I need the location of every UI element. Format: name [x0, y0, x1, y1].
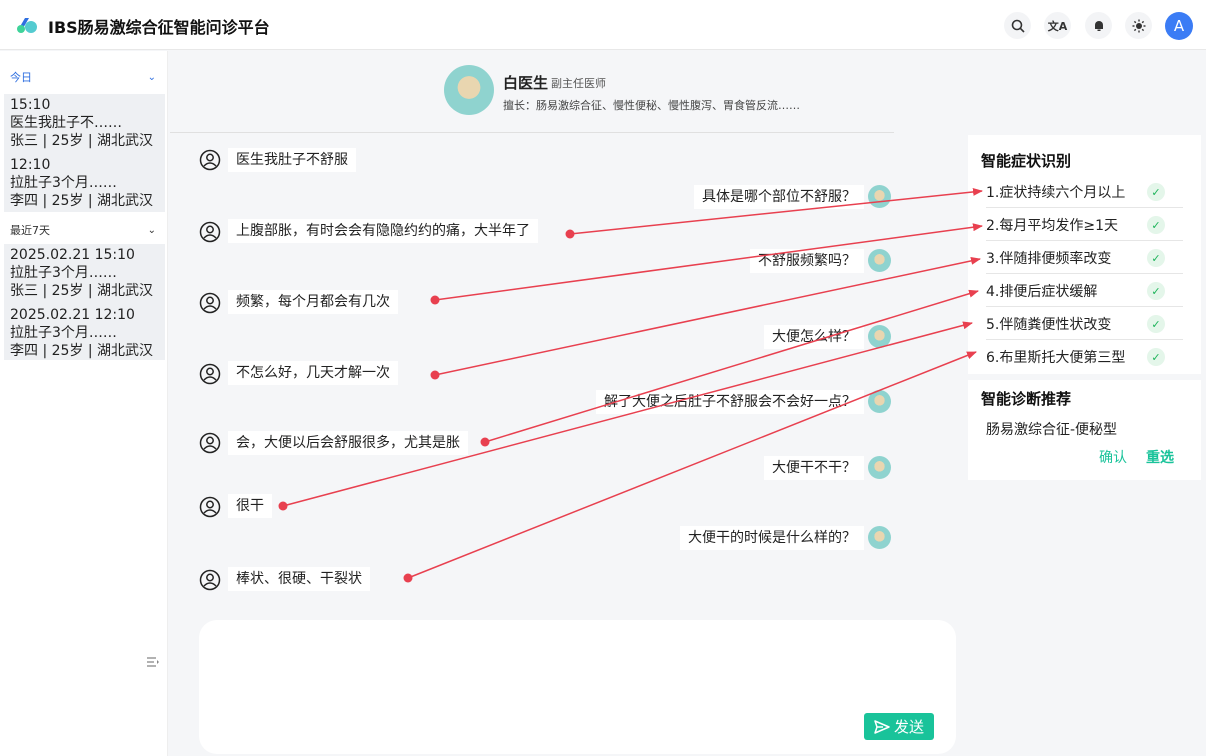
diagnosis-panel: 智能诊断推荐 肠易激综合征-便秘型 确认 重选 — [968, 380, 1201, 480]
user-icon — [199, 292, 221, 314]
doctor-specialty: 擅长：肠易激综合征、慢性便秘、慢性腹泻、胃食管反流…… — [503, 99, 800, 112]
history-item[interactable]: 2025.02.21 15:10 拉肚子3个月…… 张三 | 25岁 | 湖北武… — [10, 246, 159, 300]
search-button[interactable] — [1004, 12, 1031, 39]
search-icon — [1011, 19, 1025, 33]
user-message: 频繁，每个月都会有几次 — [228, 290, 398, 314]
arrow-line — [282, 321, 973, 507]
arrow-line — [484, 289, 979, 443]
section-recent-7-days[interactable]: 最近7天 ⌄ — [4, 218, 164, 242]
doctor-title: 副主任医师 — [551, 77, 606, 90]
collapse-sidebar-icon[interactable] — [146, 655, 160, 669]
diagnosis-panel-title: 智能诊断推荐 — [981, 390, 1072, 408]
user-icon — [199, 496, 221, 518]
doctor-avatar-small — [868, 325, 891, 348]
doctor-message: 大便干不干？ — [764, 456, 864, 480]
section-today[interactable]: 今日 ⌄ — [4, 65, 164, 89]
arrow-start-dot — [403, 573, 413, 583]
section-week-label: 最近7天 — [10, 224, 50, 237]
send-icon — [874, 719, 890, 734]
arrow-start-dot — [430, 370, 440, 380]
user-message: 会，大便以后会舒服很多，尤其是胀 — [228, 431, 468, 455]
user-icon — [199, 363, 221, 385]
symptom-recognition-panel: 智能症状识别 1.症状持续六个月以上 ✓ 2.每月平均发作≥1天 ✓ 3.伴随排… — [968, 135, 1201, 374]
chevron-down-icon: ⌄ — [147, 71, 156, 83]
doctor-message: 不舒服频繁吗？ — [750, 249, 864, 273]
notification-button[interactable] — [1085, 12, 1112, 39]
symptom-item: 3.伴随排便频率改变 ✓ — [986, 241, 1183, 274]
bell-icon — [1094, 20, 1103, 31]
user-message: 不怎么好，几天才解一次 — [228, 361, 398, 385]
check-icon: ✓ — [1147, 282, 1165, 300]
arrow-line — [434, 256, 981, 376]
message-input[interactable] — [199, 620, 956, 754]
symptom-item: 5.伴随粪便性状改变 ✓ — [986, 307, 1183, 340]
doctor-avatar-small — [868, 185, 891, 208]
check-icon: ✓ — [1147, 315, 1165, 333]
reselect-button[interactable]: 重选 — [1146, 447, 1174, 467]
translate-icon: 文A — [1047, 19, 1068, 33]
user-icon — [199, 149, 221, 171]
chevron-down-icon: ⌄ — [147, 224, 156, 236]
app-title: IBS肠易激综合征智能问诊平台 — [48, 18, 270, 37]
sun-icon — [1132, 19, 1145, 32]
user-avatar[interactable]: A — [1165, 12, 1193, 40]
arrow-start-dot — [430, 295, 440, 305]
doctor-name: 白医生 — [503, 74, 549, 92]
user-message: 很干 — [228, 494, 272, 518]
user-icon — [199, 569, 221, 591]
user-message: 医生我肚子不舒服 — [228, 148, 356, 172]
send-button[interactable]: 发送 — [864, 713, 934, 740]
section-today-label: 今日 — [10, 71, 32, 84]
symptom-item: 6.布里斯托大便第三型 ✓ — [986, 340, 1183, 373]
history-item[interactable]: 15:10 医生我肚子不…… 张三 | 25岁 | 湖北武汉 — [10, 96, 159, 150]
doctor-message: 解了大便之后肚子不舒服会不会好一点？ — [596, 390, 864, 414]
check-icon: ✓ — [1147, 183, 1165, 201]
user-icon — [199, 432, 221, 454]
doctor-card: 白医生 副主任医师 擅长：肠易激综合征、慢性便秘、慢性腹泻、胃食管反流…… — [170, 51, 894, 133]
user-message: 上腹部胀，有时会会有隐隐约约的痛，大半年了 — [228, 219, 538, 243]
arrow-start-dot — [565, 229, 575, 239]
arrow-start-dot — [278, 501, 288, 511]
week-history-group: 2025.02.21 15:10 拉肚子3个月…… 张三 | 25岁 | 湖北武… — [4, 244, 165, 360]
history-item[interactable]: 12:10 拉肚子3个月…… 李四 | 25岁 | 湖北武汉 — [10, 156, 159, 210]
app-logo-icon — [17, 18, 37, 33]
doctor-message: 具体是哪个部位不舒服？ — [694, 185, 864, 209]
check-icon: ✓ — [1147, 249, 1165, 267]
symptom-panel-title: 智能症状识别 — [981, 152, 1072, 170]
doctor-avatar-small — [868, 249, 891, 272]
history-sidebar: 今日 ⌄ 15:10 医生我肚子不…… 张三 | 25岁 | 湖北武汉 12:1… — [0, 51, 168, 756]
symptom-item: 2.每月平均发作≥1天 ✓ — [986, 208, 1183, 241]
theme-toggle-button[interactable] — [1125, 12, 1152, 39]
check-icon: ✓ — [1147, 348, 1165, 366]
doctor-avatar-small — [868, 456, 891, 479]
doctor-avatar-small — [868, 390, 891, 413]
user-message: 棒状、很硬、干裂状 — [228, 567, 370, 591]
send-label: 发送 — [893, 718, 924, 736]
user-icon — [199, 221, 221, 243]
today-history-group: 15:10 医生我肚子不…… 张三 | 25岁 | 湖北武汉 12:10 拉肚子… — [4, 94, 165, 212]
check-icon: ✓ — [1147, 216, 1165, 234]
top-header: IBS肠易激综合征智能问诊平台 文A A — [0, 0, 1206, 50]
arrow-start-dot — [480, 437, 490, 447]
doctor-avatar-small — [868, 526, 891, 549]
symptom-item: 1.症状持续六个月以上 ✓ — [986, 175, 1183, 208]
translate-button[interactable]: 文A — [1044, 12, 1071, 39]
doctor-avatar — [444, 65, 494, 115]
confirm-button[interactable]: 确认 — [1099, 447, 1127, 467]
history-item[interactable]: 2025.02.21 12:10 拉肚子3个月…… 李四 | 25岁 | 湖北武… — [10, 306, 159, 360]
doctor-message: 大便干的时候是什么样的？ — [680, 526, 864, 550]
doctor-message: 大便怎么样？ — [764, 325, 864, 349]
symptom-item: 4.排便后症状缓解 ✓ — [986, 274, 1183, 307]
diagnosis-result: 肠易激综合征-便秘型 — [986, 422, 1118, 438]
